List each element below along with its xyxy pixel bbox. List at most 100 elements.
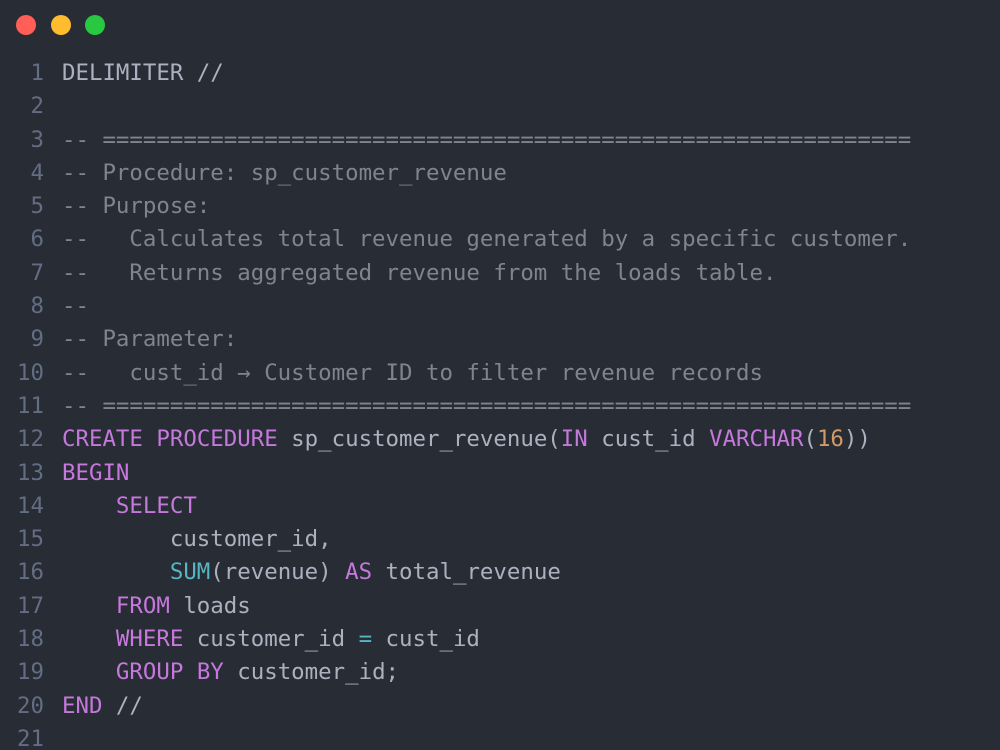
code-editor[interactable]: 1 DELIMITER // 2 3 -- ======================…	[0, 57, 1000, 750]
code-token-comment: -- Purpose:	[62, 193, 211, 220]
line-number: 4	[30, 159, 44, 186]
code-line[interactable]: 19 GROUP BY customer_id;	[0, 656, 1000, 689]
code-line[interactable]: 18 WHERE customer_id = cust_id	[0, 623, 1000, 656]
code-token-comment: -- Calculates total revenue generated by…	[62, 226, 912, 253]
line-number: 11	[17, 392, 44, 419]
code-text: SUM(revenue) AS total_revenue	[62, 556, 561, 589]
code-token-plain: DELIMITER //	[62, 60, 224, 86]
code-text: -- =====================================…	[62, 390, 911, 423]
code-token-comment: -- =====================================…	[62, 126, 912, 153]
code-token-plain: cust_id	[587, 426, 710, 453]
code-token-plain: //	[102, 692, 143, 719]
line-number: 16	[17, 559, 44, 586]
code-line[interactable]: 4 -- Procedure: sp_customer_revenue	[0, 157, 1000, 190]
code-token-comment: -- =====================================…	[62, 392, 912, 419]
maximize-window-button[interactable]	[85, 15, 105, 35]
code-token-kw: AS	[345, 559, 373, 586]
code-token-op: =	[358, 626, 373, 653]
code-token-kw: SELECT	[115, 492, 197, 519]
code-line[interactable]: 1 DELIMITER //	[0, 57, 1000, 90]
line-number: 12	[17, 426, 44, 453]
line-number: 2	[30, 93, 44, 120]
code-token-comment: --	[62, 293, 89, 320]
code-line[interactable]: 9 -- Parameter:	[0, 323, 1000, 356]
code-text: -- Calculates total revenue generated by…	[62, 223, 911, 256]
line-number: 18	[17, 626, 44, 653]
code-token-plain: (	[803, 426, 817, 453]
code-line[interactable]: 21	[0, 723, 1000, 750]
code-text: customer_id,	[62, 523, 332, 556]
code-token-kw: IN	[560, 426, 588, 453]
minimize-window-button[interactable]	[51, 15, 71, 35]
code-line[interactable]: 8 --	[0, 290, 1000, 323]
code-text: -- cust_id → Customer ID to filter reven…	[62, 357, 763, 390]
code-text: CREATE PROCEDURE sp_customer_revenue(IN …	[62, 423, 871, 456]
code-token-fn: SUM	[169, 559, 211, 586]
code-token-plain: (revenue)	[210, 559, 346, 586]
code-token-num: 16	[816, 426, 844, 453]
code-token-plain: ))	[843, 426, 871, 453]
code-line[interactable]: 5 -- Purpose:	[0, 190, 1000, 223]
code-line[interactable]: 17 FROM loads	[0, 590, 1000, 623]
code-token-plain: sp_customer_revenue(	[277, 426, 561, 453]
code-token-kw: GROUP	[115, 659, 184, 686]
line-number: 17	[17, 592, 44, 619]
code-token-comment: -- cust_id → Customer ID to filter reven…	[62, 359, 763, 386]
line-number: 15	[17, 526, 44, 553]
code-line[interactable]: 7 -- Returns aggregated revenue from the …	[0, 257, 1000, 290]
code-line[interactable]: 6 -- Calculates total revenue generated b…	[0, 223, 1000, 256]
code-line[interactable]: 3 -- ====================================…	[0, 124, 1000, 157]
line-number: 3	[30, 126, 44, 153]
code-token-kw: WHERE	[115, 626, 184, 653]
code-token-kw: CREATE	[62, 426, 143, 453]
code-line[interactable]: 2	[0, 90, 1000, 123]
code-token-plain: total_revenue	[372, 559, 561, 586]
code-line[interactable]: 12 CREATE PROCEDURE sp_customer_revenue(I…	[0, 423, 1000, 456]
code-line[interactable]: 14 SELECT	[0, 490, 1000, 523]
code-token-plain: customer_id	[183, 626, 359, 653]
code-text: DELIMITER //	[62, 57, 224, 90]
code-token-comment: -- Parameter:	[62, 326, 238, 353]
code-line[interactable]: 13 BEGIN	[0, 457, 1000, 490]
line-number: 13	[17, 459, 44, 486]
line-number: 21	[17, 725, 44, 750]
close-window-button[interactable]	[16, 15, 36, 35]
code-line[interactable]: 16 SUM(revenue) AS total_revenue	[0, 556, 1000, 589]
code-token-comment: -- Returns aggregated revenue from the l…	[62, 259, 777, 286]
code-line[interactable]: 10 -- cust_id → Customer ID to filter rev…	[0, 357, 1000, 390]
code-line[interactable]: 11 -- ===================================…	[0, 390, 1000, 423]
code-token-kw: VARCHAR	[709, 426, 804, 453]
line-number: 6	[30, 226, 44, 253]
line-number: 8	[30, 293, 44, 320]
code-text: END //	[62, 690, 143, 723]
line-number: 5	[30, 193, 44, 220]
code-token-comment: -- Procedure: sp_customer_revenue	[62, 159, 507, 186]
code-token-kw: BY	[196, 659, 224, 686]
code-token-kw: PROCEDURE	[156, 426, 278, 453]
line-number: 1	[30, 60, 44, 86]
code-token-kw: BEGIN	[62, 459, 130, 486]
code-text: -- Procedure: sp_customer_revenue	[62, 157, 507, 190]
code-token-kw: END	[62, 692, 103, 719]
code-text: BEGIN	[62, 457, 129, 490]
code-line[interactable]: 20 END //	[0, 690, 1000, 723]
line-number: 9	[30, 326, 44, 353]
code-line[interactable]: 15 customer_id,	[0, 523, 1000, 556]
code-text: --	[62, 290, 89, 323]
code-text: -- Returns aggregated revenue from the l…	[62, 257, 776, 290]
code-text: SELECT	[62, 490, 197, 523]
code-token-plain: customer_id;	[223, 659, 400, 686]
code-window: 1 DELIMITER // 2 3 -- ======================…	[0, 0, 1000, 750]
code-text: -- Purpose:	[62, 190, 210, 223]
code-text: -- Parameter:	[62, 323, 237, 356]
line-number: 20	[17, 692, 44, 719]
code-token-plain: loads	[169, 592, 251, 619]
code-text: WHERE customer_id = cust_id	[62, 623, 480, 656]
code-text: FROM loads	[62, 590, 251, 623]
line-number: 19	[17, 659, 44, 686]
